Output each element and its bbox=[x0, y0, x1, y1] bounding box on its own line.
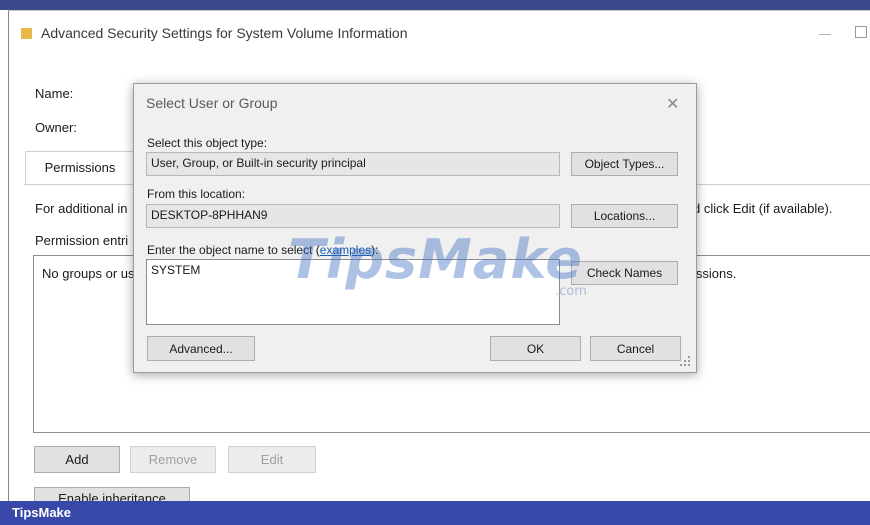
examples-link[interactable]: examples bbox=[320, 243, 371, 257]
object-types-button[interactable]: Object Types... bbox=[571, 152, 678, 176]
tab-permissions[interactable]: Permissions bbox=[25, 151, 135, 185]
close-icon[interactable]: ✕ bbox=[666, 94, 679, 114]
owner-label: Owner: bbox=[35, 120, 77, 135]
info-text-left: For additional in bbox=[35, 201, 128, 216]
dialog-title: Select User or Group bbox=[146, 95, 278, 111]
edit-button[interactable]: Edit bbox=[228, 446, 316, 473]
background-strip bbox=[0, 0, 870, 10]
footer-bar: TipsMake bbox=[0, 501, 870, 525]
footer-brand: TipsMake bbox=[12, 505, 72, 520]
window-titlebar: Advanced Security Settings for System Vo… bbox=[8, 10, 870, 51]
object-name-label: Enter the object name to select (example… bbox=[147, 243, 378, 257]
check-names-button[interactable]: Check Names bbox=[571, 261, 678, 285]
ok-button[interactable]: OK bbox=[490, 336, 581, 361]
name-label: Name: bbox=[35, 86, 74, 101]
select-user-dialog: Select User or Group ✕ Select this objec… bbox=[133, 83, 697, 373]
list-empty-text-right: issions. bbox=[693, 266, 737, 281]
object-name-label-prefix: Enter the object name to select ( bbox=[147, 243, 320, 257]
minimize-button[interactable] bbox=[809, 23, 839, 43]
advanced-button[interactable]: Advanced... bbox=[147, 336, 255, 361]
add-button[interactable]: Add bbox=[34, 446, 120, 473]
permission-entries-label: Permission entri bbox=[35, 233, 129, 248]
cancel-button[interactable]: Cancel bbox=[590, 336, 681, 361]
maximize-button[interactable] bbox=[853, 25, 867, 39]
locations-button[interactable]: Locations... bbox=[571, 204, 678, 228]
info-text-right: d click Edit (if available). bbox=[693, 201, 833, 216]
location-label: From this location: bbox=[147, 187, 246, 201]
remove-button[interactable]: Remove bbox=[130, 446, 216, 473]
object-type-label: Select this object type: bbox=[147, 136, 268, 150]
object-type-field: User, Group, or Built-in security princi… bbox=[146, 152, 560, 176]
resize-grip-icon[interactable] bbox=[680, 356, 690, 366]
object-name-label-suffix: ): bbox=[371, 243, 379, 257]
location-field: DESKTOP-8PHHAN9 bbox=[146, 204, 560, 228]
list-empty-text-left: No groups or us bbox=[42, 266, 135, 281]
object-name-input[interactable]: SYSTEM bbox=[146, 259, 560, 325]
folder-icon bbox=[21, 28, 32, 39]
window-title: Advanced Security Settings for System Vo… bbox=[41, 25, 408, 41]
